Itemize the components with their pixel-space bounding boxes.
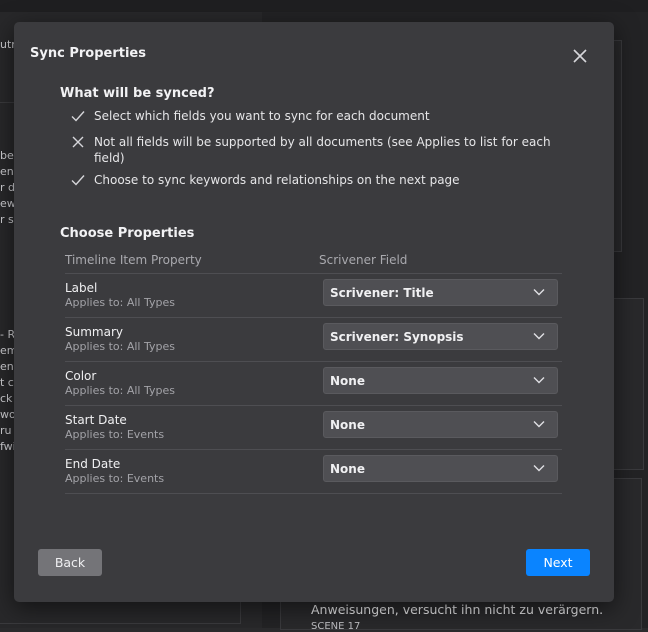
property-row-start-date: Start Date Applies to: Events None xyxy=(65,406,562,450)
property-row-label: Label Applies to: All Types Scrivener: T… xyxy=(65,274,562,318)
check-icon xyxy=(71,175,85,186)
property-applies: Applies to: All Types xyxy=(65,384,175,397)
property-name: Summary xyxy=(65,325,123,339)
start-date-field-select[interactable]: None xyxy=(323,411,558,438)
property-applies: Applies to: Events xyxy=(65,472,165,485)
property-row-end-date: End Date Applies to: Events None xyxy=(65,450,562,494)
chevron-down-icon xyxy=(533,289,545,296)
column-header-timeline: Timeline Item Property xyxy=(65,253,202,267)
color-field-select[interactable]: None xyxy=(323,367,558,394)
property-applies: Applies to: All Types xyxy=(65,296,175,309)
next-button[interactable]: Next xyxy=(526,549,590,576)
check-icon xyxy=(71,111,85,122)
select-value: None xyxy=(330,374,365,388)
sync-properties-dialog: Sync Properties What will be synced? Sel… xyxy=(14,22,614,602)
properties-table-header: Timeline Item Property Scrivener Field xyxy=(65,253,562,274)
property-name: End Date xyxy=(65,457,121,471)
property-applies: Applies to: Events xyxy=(65,428,165,441)
chevron-down-icon xyxy=(533,333,545,340)
column-header-scrivener: Scrivener Field xyxy=(319,253,408,267)
app-toolbar xyxy=(0,0,648,12)
close-button[interactable] xyxy=(570,46,590,66)
cross-icon xyxy=(72,136,84,148)
info-item-text: Choose to sync keywords and relationship… xyxy=(94,173,460,187)
property-name: Start Date xyxy=(65,413,127,427)
property-row-color: Color Applies to: All Types None xyxy=(65,362,562,406)
property-name: Color xyxy=(65,369,97,383)
property-row-summary: Summary Applies to: All Types Scrivener:… xyxy=(65,318,562,362)
property-name: Label xyxy=(65,281,98,295)
background-card xyxy=(612,298,644,470)
chevron-down-icon xyxy=(533,421,545,428)
property-applies: Applies to: All Types xyxy=(65,340,175,353)
info-item-text: Select which fields you want to sync for… xyxy=(94,109,430,123)
end-date-field-select[interactable]: None xyxy=(323,455,558,482)
chevron-down-icon xyxy=(533,465,545,472)
dialog-title: Sync Properties xyxy=(30,46,146,61)
what-synced-heading: What will be synced? xyxy=(60,86,215,101)
background-text: Anweisungen, versucht ihn nicht zu verär… xyxy=(311,602,604,617)
chevron-down-icon xyxy=(533,377,545,384)
background-text: SCENE 17 xyxy=(311,621,361,632)
select-value: Scrivener: Title xyxy=(330,286,434,300)
choose-properties-heading: Choose Properties xyxy=(60,226,195,241)
select-value: None xyxy=(330,418,365,432)
info-item-text: Not all fields will be supported by all … xyxy=(94,135,551,165)
back-button[interactable]: Back xyxy=(38,549,102,576)
select-value: Scrivener: Synopsis xyxy=(330,330,464,344)
summary-field-select[interactable]: Scrivener: Synopsis xyxy=(323,323,558,350)
label-field-select[interactable]: Scrivener: Title xyxy=(323,279,558,306)
select-value: None xyxy=(330,462,365,476)
close-icon xyxy=(573,49,587,63)
